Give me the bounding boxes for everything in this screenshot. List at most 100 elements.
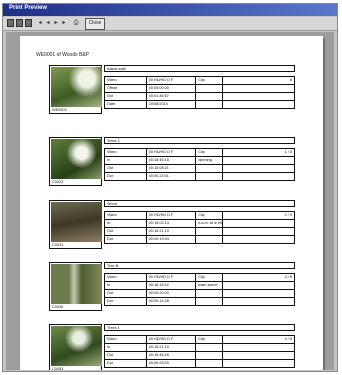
field-value: 00 HD/HD D F bbox=[145, 273, 197, 282]
field-value: 00:16:15:02 bbox=[145, 281, 197, 290]
table-row: Dur 00:00:23:01 bbox=[104, 172, 296, 181]
zoom-icon[interactable] bbox=[25, 19, 32, 27]
field-extra-value bbox=[221, 164, 296, 173]
page-setup-icon[interactable] bbox=[16, 19, 23, 27]
field-label: Video bbox=[104, 76, 147, 85]
previous-page-icon[interactable]: ◂ bbox=[45, 19, 51, 27]
preview-canvas[interactable]: WE0001 of Woods B&P WE0003 Island walk V… bbox=[6, 32, 334, 370]
field-extra bbox=[195, 84, 223, 93]
window-title: Print Preview bbox=[9, 5, 48, 11]
field-extra: Clip bbox=[195, 148, 223, 157]
field-value: 00:00:00:00 bbox=[145, 84, 197, 93]
clip-thumbnail: C0023 bbox=[49, 137, 102, 186]
field-value: 00:15:02:14 bbox=[145, 219, 197, 228]
field-label: Offset bbox=[104, 84, 147, 93]
thumbnail-image bbox=[51, 202, 102, 242]
printer-icon[interactable]: ⎙ bbox=[72, 19, 80, 27]
table-row: In 00:15:46:18 opening bbox=[104, 156, 296, 165]
first-page-icon[interactable]: ◂ bbox=[37, 19, 43, 27]
field-value: 00 HD/HD D F bbox=[145, 211, 197, 220]
field-label: Out bbox=[104, 289, 147, 298]
field-label: Out bbox=[104, 164, 147, 173]
field-extra-value bbox=[221, 297, 296, 306]
field-label: Video bbox=[104, 335, 147, 344]
toolbar: ◂ ◂ ▸ ▸ ⎙ Close bbox=[3, 17, 337, 31]
field-value: 20/08/2014 bbox=[145, 100, 197, 109]
clip-name: Wood bbox=[104, 200, 295, 207]
field-extra-value bbox=[221, 92, 296, 101]
field-value: 00 HD/HD D F bbox=[145, 76, 197, 85]
table-row: Out 00:01:46:57 bbox=[104, 92, 296, 101]
field-label: Dur bbox=[104, 359, 147, 368]
field-extra-value bbox=[221, 351, 296, 360]
field-label: Date bbox=[104, 100, 147, 109]
field-extra bbox=[195, 351, 223, 360]
field-extra bbox=[195, 172, 223, 181]
table-row: Dur 00:00:19:04 bbox=[104, 235, 296, 244]
field-value: 00:00:23:01 bbox=[145, 172, 197, 181]
table-row: Video 00 HD/HD D F Clip 3 / 5 bbox=[104, 273, 296, 282]
field-label: Video bbox=[104, 273, 147, 282]
field-extra: Clip bbox=[195, 273, 223, 282]
field-extra: opening bbox=[195, 156, 223, 165]
field-extra-value: 6 bbox=[221, 76, 296, 85]
clip-thumbnail: WE0003 bbox=[49, 65, 102, 114]
field-extra bbox=[195, 289, 223, 298]
table-row: Out 00:15:08:21 bbox=[104, 164, 296, 173]
field-extra bbox=[195, 227, 223, 236]
close-button[interactable]: Close bbox=[85, 18, 105, 30]
field-extra bbox=[195, 297, 223, 306]
field-extra-value bbox=[221, 172, 296, 181]
field-extra bbox=[195, 235, 223, 244]
table-row: Video 00 HD/HD D F Clip 2 / 5 bbox=[104, 211, 296, 220]
clip-id: C0053 bbox=[52, 367, 64, 370]
field-extra bbox=[195, 92, 223, 101]
table-row: Video 00 HD/HD D F Clip 1 / 5 bbox=[104, 148, 296, 157]
clip-details-table: Video 00 HD/HD D F Clip 6 Offset 00:00:00:00 O… bbox=[104, 76, 296, 109]
field-extra-value bbox=[221, 227, 296, 236]
clip-details-table: Video 00 HD/HD D F Clip 2 / 5 In 00:15:02:14 b… bbox=[104, 211, 296, 244]
field-extra-value bbox=[221, 289, 296, 298]
table-row: Out 00:00:20:00 bbox=[104, 289, 296, 298]
field-extra-value bbox=[221, 219, 296, 228]
field-label: Out bbox=[104, 92, 147, 101]
field-label: Dur bbox=[104, 297, 147, 306]
clip-id: C0036 bbox=[52, 305, 64, 309]
field-extra-value bbox=[221, 281, 296, 290]
field-label: In bbox=[104, 281, 147, 290]
field-extra: Clip bbox=[195, 211, 223, 220]
field-value: 00:15:21:19 bbox=[145, 343, 197, 352]
clip-name: Island walk bbox=[104, 65, 295, 72]
field-extra: Clip bbox=[195, 76, 223, 85]
clip-id: WE0003 bbox=[52, 108, 67, 112]
field-extra-value bbox=[221, 359, 296, 368]
clip-id: C0023 bbox=[52, 180, 64, 184]
field-value: 00:15:21:19 bbox=[145, 227, 197, 236]
title-bar[interactable]: Print Preview bbox=[3, 4, 337, 16]
field-label: Out bbox=[104, 351, 147, 360]
field-extra bbox=[195, 164, 223, 173]
clip-thumbnail: C0036 bbox=[49, 262, 102, 311]
last-page-icon[interactable]: ▸ bbox=[61, 19, 67, 27]
page-title: WE0001 of Woods B&P bbox=[36, 52, 89, 58]
thumbnail-image bbox=[51, 67, 102, 107]
field-label: Video bbox=[104, 148, 147, 157]
field-label: In bbox=[104, 219, 147, 228]
field-extra: Clip bbox=[195, 335, 223, 344]
field-extra-value: 2 / 5 bbox=[221, 211, 296, 220]
field-extra-value bbox=[221, 84, 296, 93]
table-row: In00:15:02:14b.a.m. at le entrance bbox=[104, 219, 296, 228]
clip-details-table: Video 00 HD/HD D F Clip 3 / 5 In 00:16:15:02 m… bbox=[104, 273, 296, 306]
print-preview-window: Print Preview ◂ ◂ ▸ ▸ ⎙ Close WE0001 of … bbox=[2, 3, 338, 372]
clip-name: Trees 2 bbox=[104, 137, 295, 144]
table-row: Video 00 HD/HD D F Clip 4 / 5 bbox=[104, 335, 296, 344]
clip-name: Trees 1 bbox=[104, 324, 295, 331]
field-value: 00 HD/HD D F bbox=[145, 148, 197, 157]
field-extra bbox=[195, 343, 223, 352]
thumbnail-image bbox=[51, 264, 102, 304]
next-page-icon[interactable]: ▸ bbox=[53, 19, 59, 27]
field-label: Dur bbox=[104, 172, 147, 181]
print-icon[interactable] bbox=[7, 19, 14, 27]
clip-thumbnail: C0053 bbox=[49, 324, 102, 370]
table-row: Video 00 HD/HD D F Clip 6 bbox=[104, 76, 296, 85]
